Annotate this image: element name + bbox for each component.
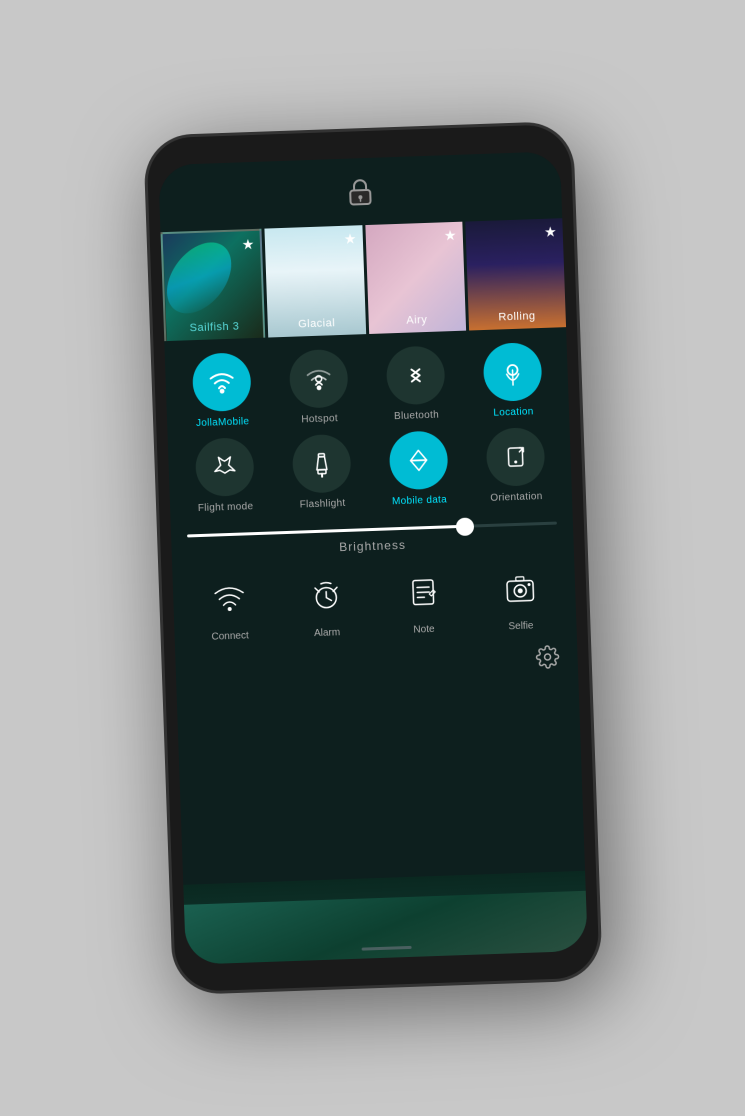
selfie-label: Selfie bbox=[508, 620, 533, 632]
note-icon[interactable] bbox=[394, 564, 450, 620]
flashlight-button[interactable] bbox=[291, 434, 351, 494]
wallpaper-label-glacial: Glacial bbox=[267, 316, 365, 331]
wallpaper-label-sailfish: Sailfish 3 bbox=[165, 320, 263, 335]
wifi-button[interactable] bbox=[191, 352, 251, 412]
orientation-button[interactable] bbox=[485, 427, 545, 487]
star-icon: ★ bbox=[241, 236, 254, 253]
flashlight-label: Flashlight bbox=[299, 498, 345, 511]
app-note[interactable]: Note bbox=[376, 564, 469, 637]
orientation-label: Orientation bbox=[490, 491, 543, 504]
brightness-label: Brightness bbox=[181, 532, 563, 559]
alarm-label: Alarm bbox=[313, 627, 339, 639]
hotspot-button[interactable] bbox=[288, 349, 348, 409]
bottom-wallpaper-preview bbox=[183, 871, 588, 965]
mobiledata-label: Mobile data bbox=[391, 494, 446, 507]
wallpaper-strip: ★ Sailfish 3 ★ Glacial ★ Airy ★ Rolling bbox=[160, 218, 566, 347]
toggle-mobiledata[interactable]: Mobile data bbox=[371, 430, 465, 508]
mobiledata-button[interactable] bbox=[388, 430, 448, 490]
location-button[interactable] bbox=[482, 342, 542, 402]
phone-device: ★ Sailfish 3 ★ Glacial ★ Airy ★ Rolling bbox=[143, 121, 603, 995]
wallpaper-label-airy: Airy bbox=[368, 313, 466, 328]
toggle-bluetooth[interactable]: Bluetooth bbox=[368, 345, 462, 423]
app-selfie[interactable]: Selfie bbox=[473, 560, 566, 633]
app-alarm[interactable]: Alarm bbox=[279, 567, 372, 640]
star-icon: ★ bbox=[543, 223, 556, 240]
brightness-area: Brightness bbox=[181, 521, 564, 559]
wallpaper-airy[interactable]: ★ Airy bbox=[364, 222, 465, 334]
wallpaper-rolling[interactable]: ★ Rolling bbox=[465, 218, 566, 330]
scroll-indicator bbox=[361, 946, 411, 951]
app-connect[interactable]: Connect bbox=[182, 570, 275, 643]
selfie-icon[interactable] bbox=[491, 561, 547, 617]
brightness-fill bbox=[187, 525, 464, 538]
note-label: Note bbox=[413, 624, 434, 636]
settings-button[interactable] bbox=[535, 645, 560, 676]
toggle-hotspot[interactable]: Hotspot bbox=[271, 348, 365, 426]
flight-button[interactable] bbox=[194, 437, 254, 497]
wallpaper-glacial[interactable]: ★ Glacial bbox=[264, 225, 365, 337]
location-label: Location bbox=[493, 406, 534, 418]
brightness-thumb[interactable] bbox=[455, 517, 474, 536]
wallpaper-label-rolling: Rolling bbox=[468, 309, 566, 324]
connect-label: Connect bbox=[211, 630, 249, 642]
settings-row bbox=[185, 640, 568, 691]
quick-toggles-grid: JollaMobile Hotspot bbox=[174, 341, 561, 514]
toggle-location[interactable]: Location bbox=[465, 341, 559, 419]
star-icon: ★ bbox=[443, 227, 456, 244]
phone-screen: ★ Sailfish 3 ★ Glacial ★ Airy ★ Rolling bbox=[158, 151, 588, 965]
bluetooth-button[interactable] bbox=[385, 345, 445, 405]
app-shortcuts: Connect Alarm bbox=[182, 560, 566, 643]
wifi-label: JollaMobile bbox=[195, 416, 249, 429]
hotspot-label: Hotspot bbox=[301, 413, 338, 425]
star-icon: ★ bbox=[343, 230, 356, 247]
flight-label: Flight mode bbox=[197, 501, 253, 514]
alarm-icon[interactable] bbox=[297, 568, 353, 624]
wallpaper-sailfish[interactable]: ★ Sailfish 3 bbox=[160, 229, 265, 341]
toggle-flashlight[interactable]: Flashlight bbox=[274, 433, 368, 511]
bluetooth-label: Bluetooth bbox=[393, 410, 438, 423]
lock-icon bbox=[345, 176, 374, 216]
connect-icon[interactable] bbox=[200, 571, 256, 627]
toggle-flight[interactable]: Flight mode bbox=[177, 437, 271, 515]
controls-area: JollaMobile Hotspot bbox=[164, 333, 585, 885]
toggle-wifi[interactable]: JollaMobile bbox=[174, 352, 268, 430]
toggle-orientation[interactable]: Orientation bbox=[468, 426, 562, 504]
